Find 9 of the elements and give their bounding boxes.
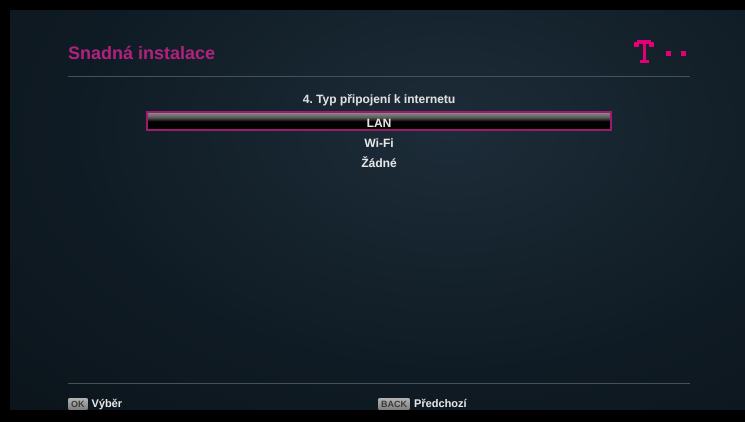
remote-key-icon: OK [68, 398, 88, 410]
remote-key-icon: BACK [378, 398, 410, 410]
menu-option[interactable]: Žádné [146, 151, 612, 171]
step-heading: 4. Typ připojení k internetu [302, 92, 456, 106]
menu-option[interactable]: Wi-Fi [146, 131, 612, 151]
hint-label: Předchozí [414, 398, 467, 410]
menu-option[interactable]: LAN [146, 111, 612, 131]
hint-label: Výběr [92, 398, 122, 410]
screen-title: Snadná instalace [68, 42, 216, 64]
